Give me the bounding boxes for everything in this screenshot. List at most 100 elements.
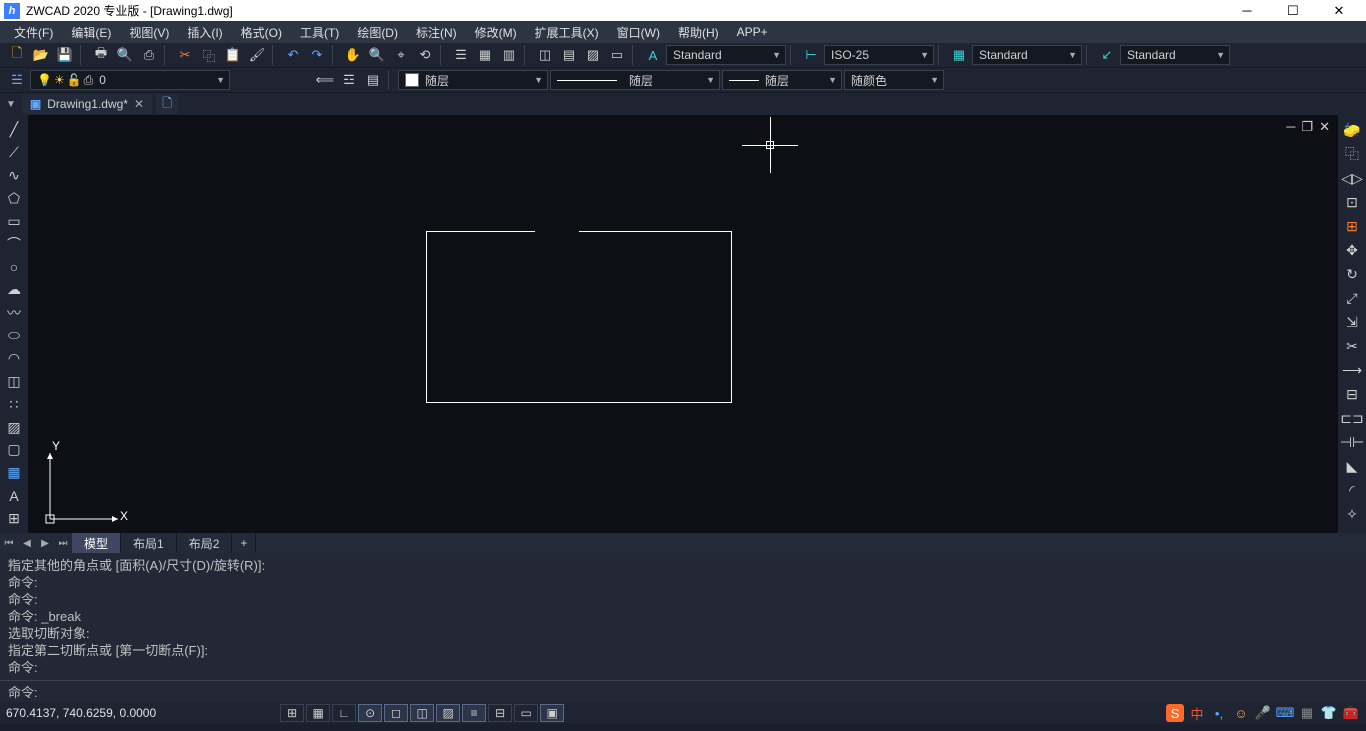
dim-style-dropdown[interactable]: ISO-25▼ [824,45,934,65]
table-style-dropdown[interactable]: Standard▼ [972,45,1082,65]
menu-format[interactable]: 格式(O) [233,22,290,43]
open-icon[interactable]: 📂 [30,45,52,65]
close-button[interactable]: ✕ [1316,0,1362,21]
dimstyle-icon[interactable]: ⊢ [800,45,822,65]
command-input[interactable] [38,684,1358,699]
dyn-input-icon[interactable]: ▨ [436,704,460,722]
ellipse-icon[interactable]: ⬭ [3,325,25,346]
linetype-dropdown[interactable]: 随层 ▼ [550,70,720,90]
menu-appplus[interactable]: APP+ [729,23,776,41]
tool-palette-icon[interactable]: ▥ [498,45,520,65]
tab-layout2[interactable]: 布局2 [177,533,233,553]
publish-icon[interactable]: ⎙ [138,45,160,65]
stretch-icon[interactable]: ⇲ [1341,311,1363,333]
mleader-style-dropdown[interactable]: Standard▼ [1120,45,1230,65]
new-icon[interactable]: 🗋 [6,45,28,65]
menu-tools[interactable]: 工具(T) [292,22,347,43]
polygon-icon[interactable]: ⬠ [3,188,25,209]
viewport-restore-icon[interactable]: ❐ [1301,119,1313,135]
layer-prev-icon[interactable]: ⟸ [314,70,336,90]
move-icon[interactable]: ✥ [1341,239,1363,261]
ime-punct-icon[interactable]: •, [1210,704,1228,722]
hatch-icon[interactable]: ▨ [582,45,604,65]
pan-icon[interactable]: ✋ [342,45,364,65]
menu-extensions[interactable]: 扩展工具(X) [527,22,607,43]
otrack-icon[interactable]: ◫ [410,704,434,722]
line-icon[interactable]: ╱ [3,119,25,140]
redo-icon[interactable]: ↷ [306,45,328,65]
menu-window[interactable]: 窗口(W) [609,22,668,43]
break-point-icon[interactable]: ⊟ [1341,383,1363,405]
layout-nav-prev[interactable]: ◀ [18,534,36,552]
ortho-icon[interactable]: ∟ [332,704,356,722]
layer-manager-icon[interactable]: ☱ [6,70,28,90]
osnap-icon[interactable]: ◻ [384,704,408,722]
xline-icon[interactable]: ⟋ [3,142,25,163]
mtext-icon[interactable]: A [3,485,25,506]
text-style-dropdown[interactable]: Standard▼ [666,45,786,65]
grid-display-icon[interactable]: ▦ [306,704,330,722]
copy-tool-icon[interactable]: ⿻ [1341,143,1363,165]
drawing-canvas[interactable]: ─ ❐ ✕ Y X [28,115,1338,533]
circle-icon[interactable]: ○ [3,256,25,277]
zoom-window-icon[interactable]: ⌖ [390,45,412,65]
fillet-icon[interactable]: ◜ [1341,479,1363,501]
extend-icon[interactable]: ⟶ [1341,359,1363,381]
block-icon[interactable]: ◫ [534,45,556,65]
layer-state-icon[interactable]: ☲ [338,70,360,90]
design-center-icon[interactable]: ▦ [474,45,496,65]
mleaderstyle-icon[interactable]: ↙ [1096,45,1118,65]
tab-model[interactable]: 模型 [72,533,121,553]
ime-lang-icon[interactable]: 中 [1188,704,1206,722]
menu-dimension[interactable]: 标注(N) [408,22,465,43]
layout-nav-last[interactable]: ⏭ [54,534,72,552]
point-icon[interactable]: ∷ [3,394,25,415]
ime-pad-icon[interactable]: ▦ [1298,704,1316,722]
ime-emoji-icon[interactable]: ☺ [1232,704,1250,722]
menu-help[interactable]: 帮助(H) [670,22,727,43]
layer-dropdown[interactable]: 💡 ☀ 🔓 ⎙ 0 ▼ [30,70,230,90]
table-icon[interactable]: ▤ [558,45,580,65]
join-icon[interactable]: ⊣⊢ [1341,431,1363,453]
layout-nav-next[interactable]: ▶ [36,534,54,552]
grid-tool-icon[interactable]: ⊞ [3,508,25,529]
break-icon[interactable]: ⊏⊐ [1341,407,1363,429]
cut-icon[interactable]: ✂ [174,45,196,65]
spline-icon[interactable]: 〰 [3,302,25,323]
doctab-drawing1[interactable]: ▣ Drawing1.dwg* ✕ [22,94,152,114]
snap-grid-icon[interactable]: ⊞ [280,704,304,722]
trim-icon[interactable]: ✂ [1341,335,1363,357]
region-tool-icon[interactable]: ▢ [3,439,25,460]
textstyle-icon[interactable]: A [642,45,664,65]
insert-block-icon[interactable]: ◫ [3,371,25,392]
plotstyle-dropdown[interactable]: 随颜色 ▼ [844,70,944,90]
rotate-icon[interactable]: ↻ [1341,263,1363,285]
doctab-close-icon[interactable]: ✕ [134,97,144,111]
viewport-close-icon[interactable]: ✕ [1319,119,1330,135]
annoscale-icon[interactable]: ▣ [540,704,564,722]
zoom-previous-icon[interactable]: ⟲ [414,45,436,65]
mirror-icon[interactable]: ◁▷ [1341,167,1363,189]
arc-icon[interactable]: ⌒ [3,233,25,254]
new-doctab-button[interactable]: 🗋 [156,94,178,114]
cmdpanel-close-icon[interactable]: × [2,555,20,570]
copy-icon[interactable]: ⿻ [198,45,220,65]
cycling-icon[interactable]: ⊟ [488,704,512,722]
undo-icon[interactable]: ↶ [282,45,304,65]
offset-icon[interactable]: ⊡ [1341,191,1363,213]
properties-icon[interactable]: ☰ [450,45,472,65]
zoom-realtime-icon[interactable]: 🔍 [366,45,388,65]
model-btn-icon[interactable]: ▭ [514,704,538,722]
erase-icon[interactable]: 🧽 [1341,119,1363,141]
layer-iso-icon[interactable]: ▤ [362,70,384,90]
linecolor-dropdown[interactable]: 随层 ▼ [398,70,548,90]
revcloud-icon[interactable]: ☁ [3,279,25,300]
ime-mic-icon[interactable]: 🎤 [1254,704,1272,722]
lineweight-dropdown[interactable]: 随层 ▼ [722,70,842,90]
layout-nav-first[interactable]: ⏮ [0,534,18,552]
menu-file[interactable]: 文件(F) [6,22,61,43]
polar-icon[interactable]: ⊙ [358,704,382,722]
viewport-min-icon[interactable]: ─ [1286,119,1295,135]
print-icon[interactable]: 🖶 [90,45,112,65]
ime-logo-icon[interactable]: S [1166,704,1184,722]
